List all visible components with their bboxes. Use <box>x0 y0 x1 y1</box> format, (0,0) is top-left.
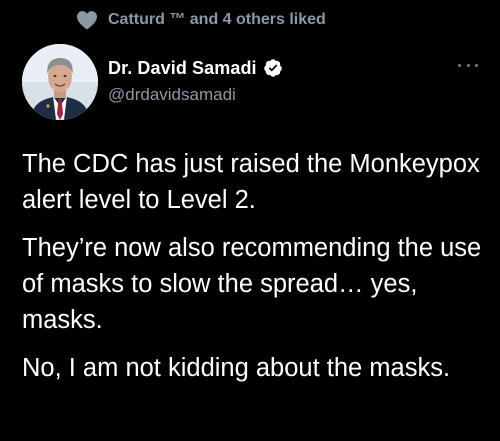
author-name-row: Dr. David Samadi <box>108 56 283 80</box>
more-dot <box>466 63 470 67</box>
tweet-paragraph: No, I am not kidding about the masks. <box>22 354 451 382</box>
more-dot <box>458 63 461 67</box>
author-handle[interactable]: @drdavidsamadi <box>108 85 283 105</box>
avatar[interactable] <box>22 44 98 120</box>
tweet-paragraph: The CDC has just raised the Monkeypox al… <box>22 150 480 214</box>
verified-badge-icon <box>263 58 283 78</box>
tweet-header: Dr. David Samadi @drdavidsamadi <box>22 44 478 120</box>
social-context[interactable]: Catturd ™ and 4 others liked <box>76 8 326 32</box>
more-options-icon[interactable] <box>458 58 478 72</box>
more-dot <box>475 63 478 67</box>
tweet-paragraph: They’re now also recommending the use of… <box>22 234 482 334</box>
author-info[interactable]: Dr. David Samadi @drdavidsamadi <box>108 56 283 105</box>
tweet-text: The CDC has just raised the Monkeypox al… <box>22 146 492 398</box>
author-name[interactable]: Dr. David Samadi <box>108 58 257 79</box>
heart-icon <box>76 10 98 30</box>
social-context-text: Catturd ™ and 4 others liked <box>108 11 326 28</box>
